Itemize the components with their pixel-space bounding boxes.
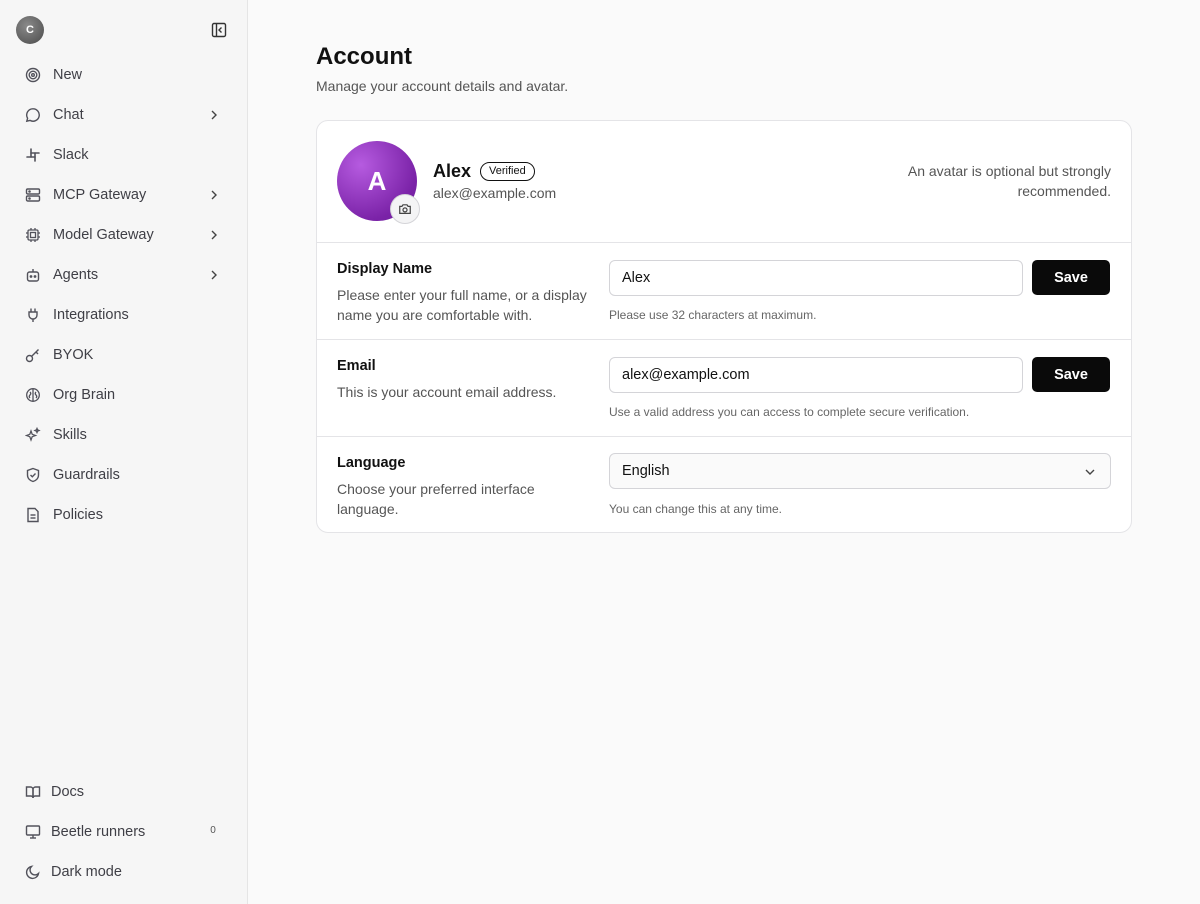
sidebar-item-agents[interactable]: Agents: [0, 255, 247, 295]
email-section: Email This is your account email address…: [317, 339, 1131, 436]
slack-icon: [24, 146, 42, 164]
camera-icon: [399, 204, 411, 214]
sidebar-item-chat[interactable]: Chat: [0, 95, 247, 135]
language-section: Language Choose your preferred interface…: [317, 436, 1131, 532]
sidebar-item-guardrails[interactable]: Guardrails: [0, 455, 247, 495]
monitor-icon: [24, 823, 42, 841]
sidebar-item-label: Org Brain: [53, 387, 116, 403]
sidebar-item-label: New: [53, 67, 83, 83]
save-display-name-button[interactable]: Save: [1032, 260, 1110, 295]
display-name-description: Please enter your full name, or a displa…: [337, 287, 587, 323]
key-icon: [24, 346, 42, 364]
sidebar-item-label: Model Gateway: [53, 227, 154, 243]
sidebar-nav: New Chat Slack MCP Gateway Model Gateway…: [0, 55, 247, 535]
sidebar-footer: Docs Beetle runners 0 Dark mode: [0, 772, 247, 892]
language-select[interactable]: English: [609, 453, 1111, 489]
sidebar-item-label: Slack: [53, 147, 89, 163]
document-icon: [24, 506, 42, 524]
moon-icon: [24, 863, 42, 881]
sidebar-item-mcp-gateway[interactable]: MCP Gateway: [0, 175, 247, 215]
plug-icon: [24, 306, 42, 324]
language-select-value: English: [622, 463, 670, 479]
sidebar-item-byok[interactable]: BYOK: [0, 335, 247, 375]
server-icon: [24, 186, 42, 204]
display-name-label: Display Name: [337, 261, 433, 277]
language-hint: You can change this at any time.: [609, 502, 783, 516]
sidebar-item-label: Policies: [53, 507, 103, 523]
account-card: A Alex Verified alex@example.com An avat…: [316, 120, 1132, 533]
runner-count-badge: 0: [210, 825, 216, 836]
language-label: Language: [337, 455, 406, 471]
sidebar-item-docs[interactable]: Docs: [0, 772, 247, 812]
email-input[interactable]: alex@example.com: [609, 357, 1023, 393]
sidebar-item-org-brain[interactable]: Org Brain: [0, 375, 247, 415]
sidebar-item-label: Chat: [53, 107, 84, 123]
email-label: Email: [337, 358, 376, 374]
sidebar-item-label: BYOK: [53, 347, 94, 363]
page-subtitle: Manage your account details and avatar.: [316, 78, 569, 94]
sidebar-item-label: Guardrails: [53, 467, 120, 483]
sidebar-item-slack[interactable]: Slack: [0, 135, 247, 175]
change-avatar-button[interactable]: [390, 194, 420, 224]
sidebar-item-label: Agents: [53, 267, 99, 283]
sidebar-item-dark-mode[interactable]: Dark mode: [0, 852, 247, 892]
page-title: Account: [316, 43, 412, 70]
email-description: This is your account email address.: [337, 384, 557, 400]
verified-badge: Verified: [480, 162, 535, 181]
sidebar-item-label: Beetle runners: [51, 824, 146, 840]
sidebar: C New Chat Slack MCP Gateway Model Gatew…: [0, 0, 248, 904]
org-avatar[interactable]: C: [16, 16, 44, 44]
chevron-down-icon: [1085, 469, 1095, 475]
language-description: Choose your preferred interface language…: [337, 481, 535, 517]
bot-icon: [24, 266, 42, 284]
display-name-hint: Please use 32 characters at maximum.: [609, 308, 817, 322]
chevron-right-icon: [211, 230, 217, 240]
sidebar-item-label: MCP Gateway: [53, 187, 147, 203]
sidebar-item-beetle-runners[interactable]: Beetle runners 0: [0, 812, 247, 852]
email-hint: Use a valid address you can access to co…: [609, 405, 970, 419]
shield-icon: [24, 466, 42, 484]
sidebar-item-policies[interactable]: Policies: [0, 495, 247, 535]
sidebar-item-integrations[interactable]: Integrations: [0, 295, 247, 335]
brain-icon: [24, 386, 42, 404]
sidebar-item-model-gateway[interactable]: Model Gateway: [0, 215, 247, 255]
chevron-right-icon: [211, 270, 217, 280]
sidebar-item-label: Dark mode: [51, 864, 122, 880]
display-name-section: Display Name Please enter your full name…: [317, 242, 1131, 339]
sidebar-item-new[interactable]: New: [0, 55, 247, 95]
chevron-right-icon: [211, 110, 217, 120]
sidebar-item-skills[interactable]: Skills: [0, 415, 247, 455]
profile-section: A Alex Verified alex@example.com An avat…: [317, 121, 1131, 242]
chat-bubble-icon: [24, 106, 42, 124]
sparkles-icon: [24, 426, 42, 444]
cpu-icon: [24, 226, 42, 244]
target-icon: [24, 66, 42, 84]
user-email: alex@example.com: [433, 185, 557, 201]
user-name: Alex: [433, 161, 472, 181]
book-icon: [24, 783, 42, 801]
sidebar-item-label: Docs: [51, 784, 85, 800]
chevron-right-icon: [211, 190, 217, 200]
avatar-note: An avatar is optional but strongly recom…: [907, 163, 1111, 199]
sidebar-item-label: Skills: [53, 427, 87, 443]
display-name-input[interactable]: Alex: [609, 260, 1023, 296]
main-content: Account Manage your account details and …: [248, 0, 1200, 904]
sidebar-item-label: Integrations: [53, 307, 129, 323]
save-email-button[interactable]: Save: [1032, 357, 1110, 392]
sidebar-collapse-button[interactable]: [208, 19, 230, 41]
panel-collapse-icon: [211, 22, 227, 38]
